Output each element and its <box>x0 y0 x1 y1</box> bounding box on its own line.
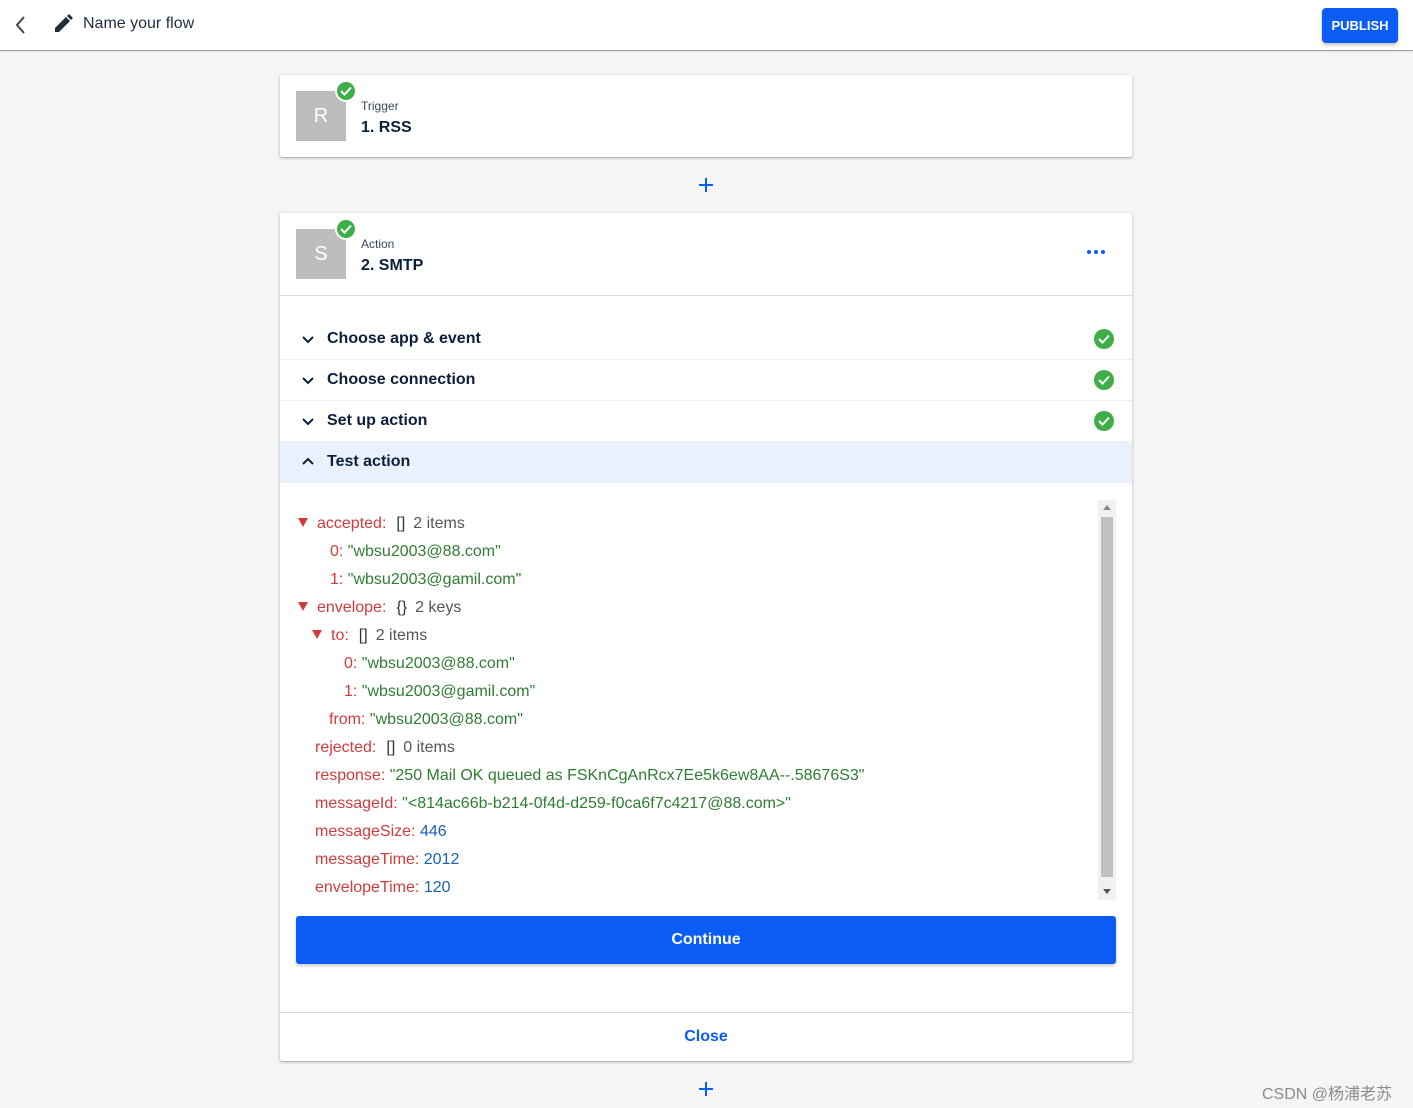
test-result-viewer: accepted:[] 2 items 0: "wbsu2003@88.com" … <box>296 500 1116 900</box>
json-row: messageId: "<814ac66b-b214-0f4d-d259-f0c… <box>315 795 791 812</box>
step-name: 2. SMTP <box>361 257 424 274</box>
step-type-label: Action <box>361 237 395 251</box>
json-row: 0: "wbsu2003@88.com" <box>344 655 515 672</box>
check-icon <box>335 80 357 102</box>
section-label: Choose connection <box>327 371 476 388</box>
json-row: 1: "wbsu2003@gamil.com" <box>330 571 522 588</box>
section-set-up-action[interactable]: Set up action <box>280 401 1132 442</box>
check-circle-icon <box>1094 370 1114 390</box>
scrollbar-thumb[interactable] <box>1101 517 1113 877</box>
watermark: CSDN @杨浦老苏 <box>1262 1086 1393 1103</box>
json-row: envelopeTime: 120 <box>315 879 451 896</box>
json-scrollbar[interactable] <box>1098 500 1116 900</box>
check-icon <box>335 218 357 240</box>
close-button[interactable]: Close <box>280 1013 1132 1061</box>
json-row: 0: "wbsu2003@88.com" <box>330 543 501 560</box>
chevron-up-icon <box>302 457 314 465</box>
json-row: messageSize: 446 <box>315 823 447 840</box>
publish-button[interactable]: PUBLISH <box>1322 8 1398 43</box>
collapse-triangle-icon[interactable] <box>298 518 308 528</box>
scroll-down-icon[interactable] <box>1103 889 1111 894</box>
collapse-triangle-icon[interactable] <box>298 602 308 612</box>
json-row: messageTime: 2012 <box>315 851 460 868</box>
json-row: response: "250 Mail OK queued as FSKnCgA… <box>315 767 865 784</box>
section-choose-app-event[interactable]: Choose app & event <box>280 319 1132 360</box>
json-row: to:[] 2 items <box>312 622 427 650</box>
plus-icon[interactable] <box>696 175 716 195</box>
chevron-down-icon <box>302 418 314 426</box>
section-test-action[interactable]: Test action <box>280 442 1132 483</box>
divider <box>280 295 1132 296</box>
step-name: 1. RSS <box>361 119 412 136</box>
action-card: S Action 2. SMTP Choose app & event Choo… <box>280 213 1132 1061</box>
step-type-label: Trigger <box>361 99 399 113</box>
chevron-down-icon <box>302 377 314 385</box>
section-label: Set up action <box>327 412 428 429</box>
json-row: 1: "wbsu2003@gamil.com" <box>344 683 536 700</box>
top-bar: Name your flow PUBLISH <box>0 0 1413 51</box>
scroll-up-icon[interactable] <box>1103 505 1111 510</box>
check-circle-icon <box>1094 329 1114 349</box>
json-row: accepted:[] 2 items <box>298 510 465 538</box>
flow-name[interactable]: Name your flow <box>83 15 194 33</box>
pencil-icon[interactable] <box>52 13 74 35</box>
more-horizontal-icon[interactable] <box>1084 244 1108 260</box>
plus-icon[interactable] <box>696 1079 716 1099</box>
collapse-triangle-icon[interactable] <box>312 630 322 640</box>
back-icon[interactable] <box>10 13 32 37</box>
continue-button[interactable]: Continue <box>296 916 1116 964</box>
chevron-down-icon <box>302 336 314 344</box>
trigger-card[interactable]: R Trigger 1. RSS <box>280 75 1132 157</box>
check-circle-icon <box>1094 411 1114 431</box>
section-label: Choose app & event <box>327 330 481 347</box>
json-row: from: "wbsu2003@88.com" <box>329 711 523 728</box>
section-choose-connection[interactable]: Choose connection <box>280 360 1132 401</box>
json-row: rejected:[] 0 items <box>315 739 455 756</box>
json-row: envelope:{} 2 keys <box>298 594 461 622</box>
section-label: Test action <box>327 453 411 470</box>
